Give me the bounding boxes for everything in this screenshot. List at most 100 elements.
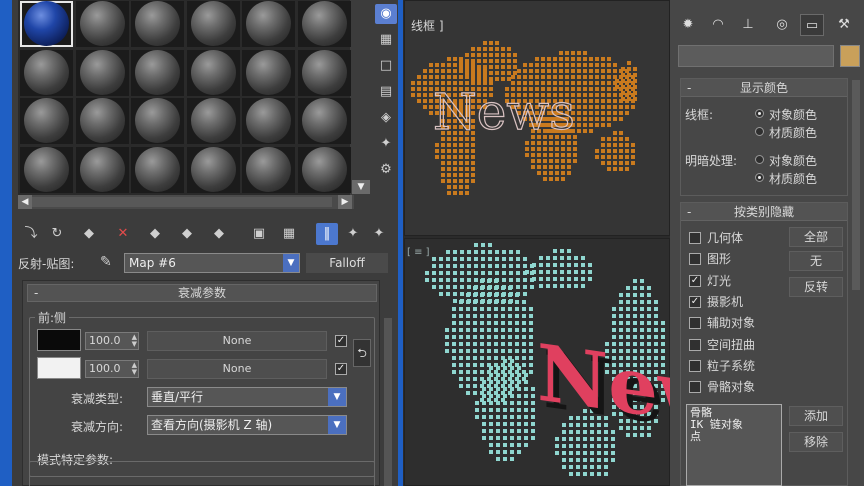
list-item[interactable]: 点 [690, 431, 778, 443]
chevron-down-icon[interactable]: ▼ [328, 416, 346, 434]
front-color-swatch[interactable] [37, 329, 81, 351]
rollout-header[interactable]: - 按类别隐藏 [681, 203, 847, 221]
scroll-left-arrow-icon[interactable]: ◀ [18, 195, 32, 209]
shaded-object-color-radio[interactable] [755, 155, 764, 164]
material-slot[interactable] [20, 146, 73, 193]
display-tab-icon[interactable]: ▭ [800, 14, 824, 36]
material-slot[interactable] [20, 49, 73, 96]
material-slot[interactable] [131, 49, 184, 96]
panel-vertical-scrollbar[interactable] [384, 318, 392, 486]
material-slot[interactable] [75, 1, 129, 47]
category-checkbox[interactable] [689, 253, 701, 266]
assign-material-icon[interactable]: ◆ [78, 223, 100, 245]
falloff-type-select[interactable]: 垂直/平行 ▼ [147, 387, 347, 407]
motion-tab-icon[interactable]: ◎ [770, 14, 794, 36]
video-color-check-icon[interactable]: ◈ [375, 108, 397, 128]
category-checkbox[interactable] [689, 359, 701, 372]
rollout-header[interactable]: - 衰减参数 [27, 284, 377, 302]
side-map-button[interactable]: None [147, 359, 327, 379]
copy-material-icon[interactable]: ◆ [144, 223, 166, 245]
material-slot[interactable] [186, 49, 240, 96]
spinner-arrows-icon[interactable]: ▲ ▼ [132, 362, 137, 376]
go-forward-sibling-icon[interactable]: ✦ [368, 223, 390, 245]
put-to-scene-icon[interactable]: ↻ [46, 223, 68, 245]
options-icon[interactable]: ⚙ [375, 160, 397, 180]
uv-tiling-icon[interactable]: ▤ [375, 82, 397, 102]
list-item[interactable]: IK 链对象 [690, 419, 778, 431]
wireframe-material-color-radio[interactable] [755, 127, 764, 136]
viewport-corner-label[interactable]: [ ≡ ] [407, 247, 430, 258]
viewport-perspective[interactable]: New New [ ≡ ] [404, 238, 671, 486]
category-listbox[interactable]: 骨骼 IK 链对象点 [686, 404, 782, 486]
material-slot[interactable] [297, 98, 351, 144]
hide-all-button[interactable]: 全部 [789, 227, 843, 247]
chevron-down-icon[interactable]: ▼ [328, 388, 346, 406]
viewport-top[interactable]: News 线框 ] [404, 0, 670, 236]
front-amount-spinner[interactable]: 100.0 ▲ ▼ [85, 332, 139, 350]
material-slot[interactable] [20, 1, 73, 47]
material-slot[interactable] [186, 98, 240, 144]
put-to-library-icon[interactable]: ◆ [208, 223, 230, 245]
scroll-thumb[interactable] [32, 197, 332, 207]
go-to-parent-icon[interactable]: ✦ [342, 223, 364, 245]
scroll-right-arrow-icon[interactable]: ▶ [338, 195, 352, 209]
background-icon[interactable]: □ [375, 56, 397, 76]
invert-button[interactable]: 反转 [789, 277, 843, 297]
swap-colors-button[interactable]: ⮌ [353, 339, 371, 367]
get-material-icon[interactable]: ⤵ [20, 223, 42, 245]
material-slot[interactable] [242, 49, 295, 96]
material-slot[interactable] [20, 98, 73, 144]
object-color-box[interactable] [840, 45, 860, 67]
material-slot[interactable] [75, 98, 129, 144]
category-checkbox[interactable]: ✓ [689, 274, 701, 287]
command-panel-scrollbar[interactable] [852, 80, 860, 290]
eyedropper-icon[interactable]: ✎ [100, 254, 112, 270]
category-checkbox[interactable]: ✓ [689, 295, 701, 308]
spinner-arrows-icon[interactable]: ▲ ▼ [132, 334, 137, 348]
wireframe-object-color-radio[interactable] [755, 109, 764, 118]
rollout-header[interactable]: - 显示颜色 [681, 79, 847, 97]
utilities-tab-icon[interactable]: ⚒ [832, 14, 856, 36]
material-slot[interactable] [242, 146, 295, 193]
add-button[interactable]: 添加 [789, 406, 843, 426]
object-name-field[interactable] [678, 45, 834, 67]
material-slot[interactable] [131, 146, 184, 193]
material-slot[interactable] [297, 1, 351, 47]
front-map-button[interactable]: None [147, 331, 327, 351]
modify-tab-icon[interactable]: ◠ [706, 14, 730, 36]
reset-map-icon[interactable]: ✕ [112, 223, 134, 245]
front-map-checkbox[interactable]: ✓ [335, 335, 347, 347]
material-slot[interactable] [186, 146, 240, 193]
sample-type-icon[interactable]: ◉ [375, 4, 397, 24]
material-slot[interactable] [75, 146, 129, 193]
make-preview-icon[interactable]: ✦ [375, 134, 397, 154]
falloff-direction-select[interactable]: 查看方向(摄影机 Z 轴) ▼ [147, 415, 347, 435]
remove-button[interactable]: 移除 [789, 432, 843, 452]
hide-none-button[interactable]: 无 [789, 251, 843, 271]
material-slot[interactable] [131, 1, 184, 47]
slot-horizontal-scrollbar[interactable]: ◀ ▶ [18, 195, 354, 209]
make-unique-icon[interactable]: ◆ [176, 223, 198, 245]
chevron-down-icon[interactable]: ▼ [283, 254, 299, 272]
material-slot[interactable] [242, 1, 295, 47]
side-map-checkbox[interactable]: ✓ [335, 363, 347, 375]
material-slot[interactable] [186, 1, 240, 47]
material-id-icon[interactable]: ▣ [248, 223, 270, 245]
scroll-down-arrow-icon[interactable]: ▼ [352, 180, 370, 194]
material-slot[interactable] [297, 49, 351, 96]
viewport-label[interactable]: 线框 ] [411, 17, 444, 34]
backlight-icon[interactable]: ▦ [375, 30, 397, 50]
material-slot[interactable] [131, 98, 184, 144]
show-map-icon[interactable]: ▦ [278, 223, 300, 245]
create-tab-icon[interactable]: ✹ [676, 14, 700, 36]
shaded-material-color-radio[interactable] [755, 173, 764, 182]
map-type-button[interactable]: Falloff [306, 253, 388, 273]
category-checkbox[interactable] [689, 317, 701, 330]
category-checkbox[interactable] [689, 338, 701, 351]
material-slot[interactable] [297, 146, 351, 193]
hierarchy-tab-icon[interactable]: ⊥ [736, 14, 760, 36]
category-checkbox[interactable] [689, 381, 701, 394]
category-checkbox[interactable] [689, 232, 701, 244]
material-slot[interactable] [242, 98, 295, 144]
material-slot[interactable] [75, 49, 129, 96]
